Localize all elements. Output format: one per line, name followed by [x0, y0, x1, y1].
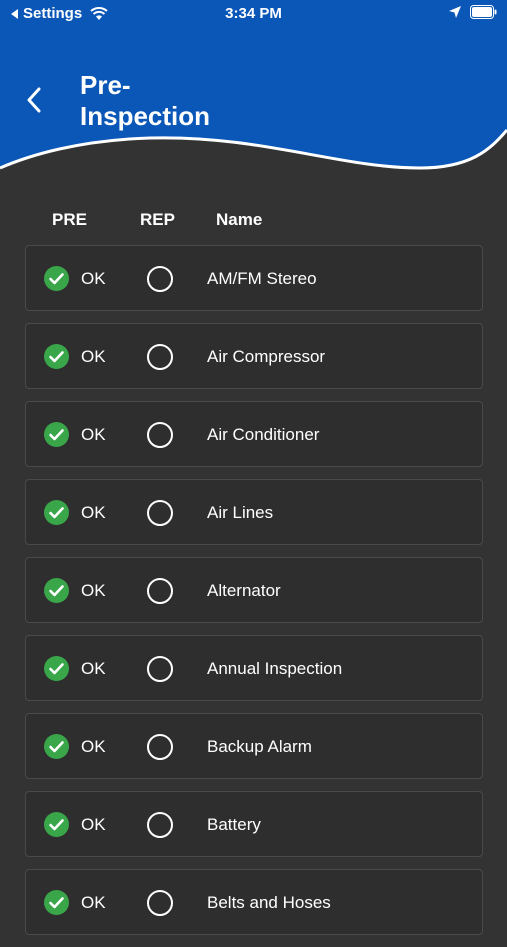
status-right [448, 5, 497, 19]
item-name: Annual Inspection [207, 659, 343, 678]
inspection-row[interactable]: OK Air Lines [25, 479, 483, 545]
back-button[interactable] [18, 82, 50, 118]
battery-icon [470, 5, 497, 19]
rep-radio-button[interactable] [147, 890, 173, 916]
item-name: Belts and Hoses [207, 893, 331, 912]
inspection-row[interactable]: OK Air Compressor [25, 323, 483, 389]
item-name: Alternator [207, 581, 281, 600]
item-name: Backup Alarm [207, 737, 312, 756]
pre-status-label: OK [81, 503, 106, 522]
check-circle-icon[interactable] [44, 578, 69, 603]
item-name: Battery [207, 815, 261, 834]
check-circle-icon[interactable] [44, 266, 69, 291]
column-headers: PRE REP Name [0, 210, 507, 232]
rep-radio-button[interactable] [147, 422, 173, 448]
status-bar: Settings 3:34 PM [0, 0, 507, 28]
status-time: 3:34 PM [225, 5, 282, 22]
pre-status-label: OK [81, 269, 106, 288]
page-title-line-2: Inspection [80, 101, 211, 131]
item-name: AM/FM Stereo [207, 269, 317, 288]
pre-status-label: OK [81, 659, 106, 678]
check-circle-icon[interactable] [44, 734, 69, 759]
page-title-line-1: Pre- [80, 70, 131, 100]
rep-radio-button[interactable] [147, 266, 173, 292]
inspection-row[interactable]: OK Annual Inspection [25, 635, 483, 701]
column-header-name: Name [216, 210, 263, 229]
column-header-rep: REP [140, 210, 175, 229]
inspection-row[interactable]: OK Alternator [25, 557, 483, 623]
inspection-row[interactable]: OK Backup Alarm [25, 713, 483, 779]
pre-status-label: OK [81, 347, 106, 366]
check-circle-icon[interactable] [44, 656, 69, 681]
inspection-row[interactable]: OK Air Conditioner [25, 401, 483, 467]
inspection-list: OK AM/FM Stereo OK Air Compressor OK Air Cond… [25, 245, 483, 947]
rep-radio-button[interactable] [147, 812, 173, 838]
chevron-left-icon [27, 87, 41, 113]
check-circle-icon[interactable] [44, 344, 69, 369]
item-name: Air Lines [207, 503, 274, 522]
inspection-row[interactable]: OK Belts and Hoses [25, 869, 483, 935]
inspection-row[interactable]: OK AM/FM Stereo [25, 245, 483, 311]
check-circle-icon[interactable] [44, 422, 69, 447]
location-arrow-icon [449, 6, 461, 18]
check-circle-icon[interactable] [44, 500, 69, 525]
pre-status-label: OK [81, 893, 106, 912]
pre-status-label: OK [81, 581, 106, 600]
rep-radio-button[interactable] [147, 344, 173, 370]
check-circle-icon[interactable] [44, 890, 69, 915]
pre-status-label: OK [81, 425, 106, 444]
item-name: Air Compressor [207, 347, 326, 366]
check-circle-icon[interactable] [44, 812, 69, 837]
header: Settings 3:34 PM Pre- Inspection [0, 0, 507, 180]
column-header-pre: PRE [52, 210, 87, 229]
rep-radio-button[interactable] [147, 500, 173, 526]
rep-radio-button[interactable] [147, 734, 173, 760]
item-name: Air Conditioner [207, 425, 320, 444]
page-title: Pre- Inspection [80, 70, 300, 132]
rep-radio-button[interactable] [147, 656, 173, 682]
pre-status-label: OK [81, 737, 106, 756]
rep-radio-button[interactable] [147, 578, 173, 604]
inspection-row[interactable]: OK Battery [25, 791, 483, 857]
pre-status-label: OK [81, 815, 106, 834]
